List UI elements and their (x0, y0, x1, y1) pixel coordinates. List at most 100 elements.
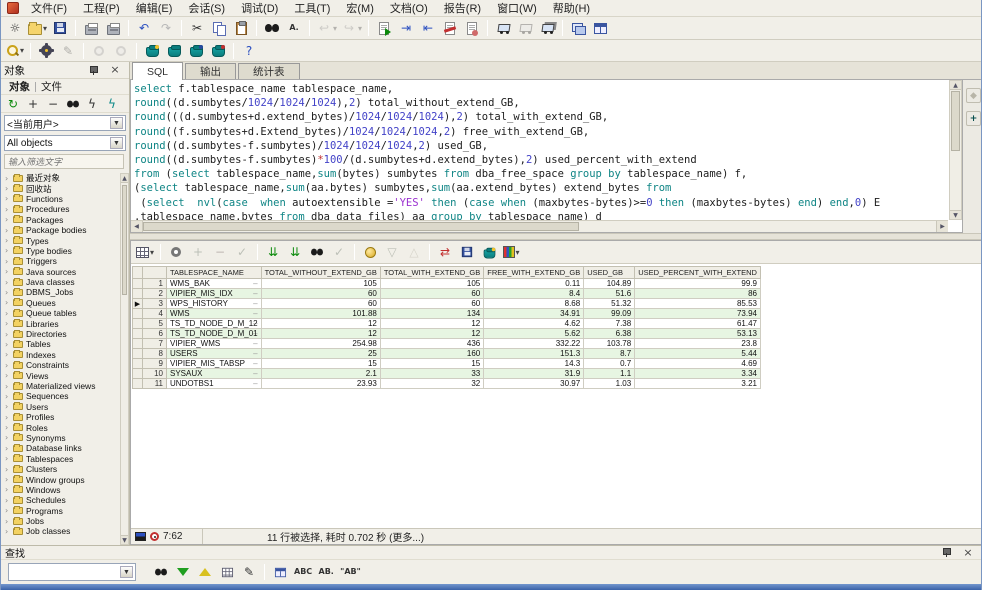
row-number[interactable]: 9 (143, 359, 167, 369)
cell[interactable]: 25 (261, 349, 380, 359)
tree-item[interactable]: ›Directories (1, 329, 120, 339)
find-previous-icon[interactable] (195, 562, 215, 582)
refresh-icon[interactable]: ↻ (4, 96, 22, 112)
find-input-combo[interactable]: ▼ (8, 563, 136, 581)
tree-item[interactable]: ›Libraries (1, 318, 120, 328)
cell[interactable]: 4.62 (484, 319, 584, 329)
expander-icon[interactable]: › (5, 194, 12, 203)
whole-word-icon[interactable]: AB. (316, 562, 336, 582)
scrollbar-thumb[interactable] (143, 222, 579, 231)
table-row[interactable]: 11–UNDOTBS123.933230.971.033.21 (133, 379, 761, 389)
tab-files[interactable]: 文件 (36, 79, 67, 94)
menu-item[interactable]: 帮助(H) (545, 0, 598, 17)
cell[interactable]: 8.68 (484, 299, 584, 309)
find-object-icon[interactable] (64, 96, 81, 112)
column-header[interactable]: USED_GB (584, 267, 635, 279)
cell[interactable]: 160 (380, 349, 483, 359)
forward-icon[interactable]: ↪▾ (340, 18, 363, 38)
expander-icon[interactable]: › (5, 382, 12, 391)
pin-icon[interactable] (83, 60, 103, 80)
edit-icon[interactable]: ✎ (58, 41, 78, 61)
menu-item[interactable]: 调试(D) (233, 0, 286, 17)
cell[interactable]: 151.3 (484, 349, 584, 359)
expander-icon[interactable]: › (5, 319, 12, 328)
cell[interactable]: 3.21 (635, 379, 761, 389)
cell[interactable]: 134 (380, 309, 483, 319)
commit-icon[interactable] (142, 41, 162, 61)
close-icon[interactable]: × (958, 543, 978, 563)
expander-icon[interactable]: › (5, 350, 12, 359)
expander-icon[interactable]: › (5, 236, 12, 245)
open-icon[interactable]: ▾ (27, 18, 48, 38)
expander-icon[interactable]: › (5, 361, 12, 370)
cell-more-icon[interactable]: – (253, 339, 257, 348)
cell[interactable]: 5.44 (635, 349, 761, 359)
cell[interactable]: 73.94 (635, 309, 761, 319)
cell[interactable]: 15 (261, 359, 380, 369)
cell[interactable]: 14.3 (484, 359, 584, 369)
tree-item[interactable]: ›Materialized views (1, 381, 120, 391)
row-number[interactable]: 4 (143, 309, 167, 319)
cards-icon[interactable] (568, 18, 588, 38)
cell[interactable]: 105 (380, 279, 483, 289)
colors-icon[interactable]: ▾ (501, 242, 521, 262)
scroll-up-icon[interactable]: ▲ (121, 174, 128, 183)
cell[interactable]: 3.34 (635, 369, 761, 379)
save-grid-icon[interactable] (457, 242, 477, 262)
cell[interactable]: 7.38 (584, 319, 635, 329)
menu-item[interactable]: 报告(R) (436, 0, 489, 17)
cell-more-icon[interactable]: – (253, 309, 257, 318)
tree-item[interactable]: ›Profiles (1, 412, 120, 422)
cell[interactable]: 6.38 (584, 329, 635, 339)
tree-item[interactable]: ›Java classes (1, 277, 120, 287)
expander-icon[interactable]: › (5, 496, 12, 505)
delete-row-icon[interactable]: − (210, 242, 230, 262)
tab-输出[interactable]: 输出 (185, 63, 236, 79)
cell[interactable]: 23.93 (261, 379, 380, 389)
column-header[interactable]: TABLESPACE_NAME (167, 267, 262, 279)
editor-grid-splitter[interactable] (130, 233, 982, 240)
cell[interactable]: 51.6 (584, 289, 635, 299)
dock-up-icon[interactable]: ◆ (966, 88, 981, 103)
menu-item[interactable]: 宏(M) (338, 0, 382, 17)
find-next-icon[interactable] (173, 562, 193, 582)
expander-icon[interactable]: › (5, 257, 12, 266)
expander-icon[interactable]: › (5, 267, 12, 276)
compare-icon[interactable]: ⇄ (435, 242, 455, 262)
cell[interactable]: –WPS_HISTORY (167, 299, 262, 309)
row-number[interactable]: 10 (143, 369, 167, 379)
find-in-grid-icon[interactable] (307, 242, 327, 262)
fetch-next-page-icon[interactable]: ⇊ (263, 242, 283, 262)
column-header[interactable]: FREE_WITH_EXTEND_GB (484, 267, 584, 279)
rollback-icon[interactable] (164, 41, 184, 61)
menu-item[interactable]: 文件(F) (23, 0, 75, 17)
expander-icon[interactable]: › (5, 174, 12, 183)
cell[interactable]: 105 (261, 279, 380, 289)
options-icon[interactable] (36, 41, 56, 61)
column-header[interactable]: TOTAL_WITHOUT_EXTEND_GB (261, 267, 380, 279)
cell[interactable]: 1.1 (584, 369, 635, 379)
cell[interactable]: 8.4 (484, 289, 584, 299)
cell[interactable]: 60 (380, 299, 483, 309)
compile-debug-icon[interactable] (111, 41, 131, 61)
copy-icon[interactable] (209, 18, 229, 38)
back-icon[interactable]: ↩▾ (315, 18, 338, 38)
tree-item[interactable]: ›Constraints (1, 360, 120, 370)
menu-item[interactable]: 工具(T) (286, 0, 338, 17)
tab-SQL[interactable]: SQL (132, 62, 183, 80)
tree-item[interactable]: ›DBMS_Jobs (1, 287, 120, 297)
cell[interactable]: 254.98 (261, 339, 380, 349)
search-icon[interactable]: ▾ (5, 41, 25, 61)
tree-item[interactable]: ›Sequences (1, 391, 120, 401)
expander-icon[interactable]: › (5, 433, 12, 442)
filter-user-icon[interactable]: ϟ (103, 96, 121, 112)
tree-item[interactable]: ›Type bodies (1, 246, 120, 256)
tree-item[interactable]: ›Indexes (1, 350, 120, 360)
cell[interactable]: 30.97 (484, 379, 584, 389)
redo-icon[interactable]: ↷ (156, 18, 176, 38)
cell-more-icon[interactable]: – (253, 289, 257, 298)
help-icon[interactable]: ? (239, 41, 259, 61)
scroll-left-icon[interactable]: ◀ (131, 221, 143, 232)
menu-item[interactable]: 编辑(E) (128, 0, 181, 17)
find-input[interactable] (11, 566, 120, 579)
